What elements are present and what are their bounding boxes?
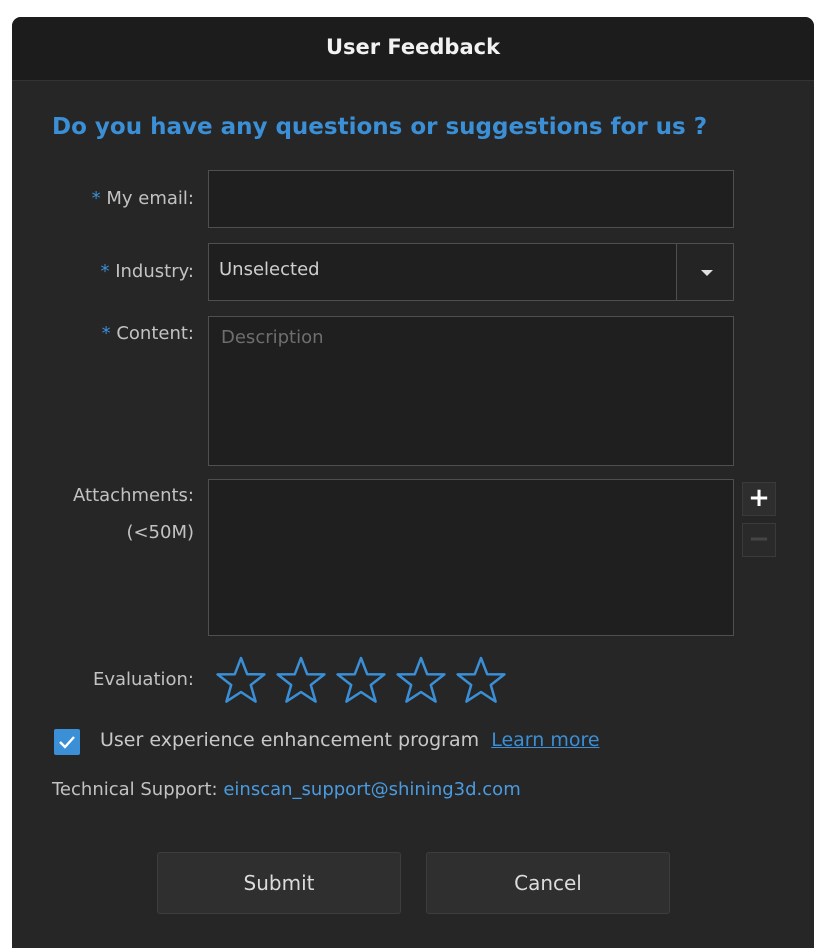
industry-dropdown-button[interactable]: [676, 244, 733, 300]
support-label: Technical Support:: [52, 779, 218, 800]
ux-program-checkbox[interactable]: [54, 729, 80, 755]
email-field-box: [208, 170, 734, 228]
content-label: * Content:: [102, 323, 194, 344]
required-marker: *: [100, 261, 110, 282]
title-bar: User Feedback: [12, 17, 814, 81]
minus-icon: −: [748, 524, 770, 554]
email-label-text: My email:: [106, 188, 194, 209]
content-field-box: [208, 316, 734, 466]
email-label: * My email:: [92, 188, 194, 209]
chevron-down-icon: [701, 270, 713, 276]
email-field[interactable]: [209, 171, 733, 227]
industry-label: * Industry:: [100, 261, 194, 282]
star-outline-icon[interactable]: [275, 655, 327, 707]
star-outline-icon[interactable]: [395, 655, 447, 707]
ux-program-label: User experience enhancement program Lear…: [100, 729, 600, 751]
learn-more-link[interactable]: Learn more: [491, 729, 599, 751]
attachments-list[interactable]: [208, 479, 734, 636]
content-textarea[interactable]: [209, 317, 733, 465]
user-feedback-dialog: User Feedback Do you have any questions …: [12, 17, 814, 948]
cancel-button[interactable]: Cancel: [426, 852, 670, 914]
checkmark-icon: [59, 736, 75, 749]
required-marker: *: [91, 188, 101, 209]
industry-select[interactable]: Unselected: [208, 243, 734, 301]
content-label-text: Content:: [116, 323, 194, 344]
star-outline-icon[interactable]: [335, 655, 387, 707]
form-heading: Do you have any questions or suggestions…: [52, 114, 708, 140]
dialog-title: User Feedback: [325, 35, 501, 59]
attachments-size-limit: (<50M): [126, 522, 194, 543]
industry-label-text: Industry:: [115, 261, 194, 282]
support-email-link[interactable]: einscan_support@shining3d.com: [223, 779, 520, 800]
plus-icon: +: [748, 483, 770, 513]
ux-program-text: User experience enhancement program: [100, 729, 480, 751]
required-marker: *: [101, 323, 111, 344]
evaluation-label: Evaluation:: [92, 669, 194, 690]
add-attachment-button[interactable]: +: [742, 482, 776, 516]
star-outline-icon[interactable]: [215, 655, 267, 707]
remove-attachment-button[interactable]: −: [742, 523, 776, 557]
star-outline-icon[interactable]: [455, 655, 507, 707]
attachments-label: Attachments:: [73, 485, 194, 506]
technical-support: Technical Support: einscan_support@shini…: [52, 779, 521, 800]
submit-button[interactable]: Submit: [157, 852, 401, 914]
industry-select-value: Unselected: [219, 259, 320, 280]
